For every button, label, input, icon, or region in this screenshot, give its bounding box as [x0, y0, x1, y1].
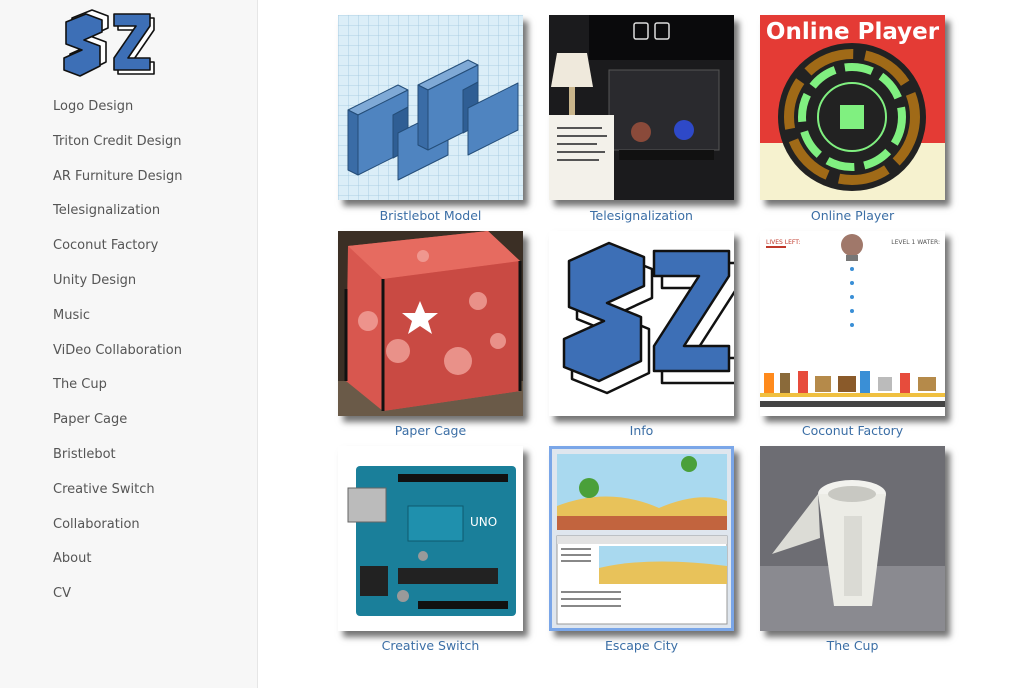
gallery-caption[interactable]: Paper Cage	[338, 423, 523, 438]
nav-item-logo-design[interactable]: Logo Design	[53, 98, 182, 133]
gallery-caption[interactable]: Online Player	[760, 208, 945, 223]
gallery-thumb-escape-city[interactable]	[549, 446, 734, 631]
nav-item-triton-credit-design[interactable]: Triton Credit Design	[53, 133, 182, 168]
nav-item-the-cup[interactable]: The Cup	[53, 376, 182, 411]
sidebar: Logo Design Triton Credit Design AR Furn…	[0, 0, 258, 688]
nav-item-telesignalization[interactable]: Telesignalization	[53, 202, 182, 237]
nav-item-ar-furniture-design[interactable]: AR Furniture Design	[53, 168, 182, 203]
gallery-caption[interactable]: Info	[549, 423, 734, 438]
sidebar-nav: Logo Design Triton Credit Design AR Furn…	[53, 98, 182, 620]
gallery-caption[interactable]: Coconut Factory	[760, 423, 945, 438]
gallery-caption[interactable]: Bristlebot Model	[338, 208, 523, 223]
gallery-thumb-info[interactable]	[549, 231, 734, 416]
gallery-thumb-online-player[interactable]: Online Player	[760, 15, 945, 200]
gallery-caption[interactable]: Escape City	[549, 638, 734, 653]
gallery-thumb-paper-cage[interactable]	[338, 231, 523, 416]
nav-item-bristlebot[interactable]: Bristlebot	[53, 446, 182, 481]
online-player-title: Online Player	[766, 19, 940, 45]
nav-item-music[interactable]: Music	[53, 307, 182, 342]
nav-item-creative-switch[interactable]: Creative Switch	[53, 481, 182, 516]
gallery-caption[interactable]: Creative Switch	[338, 638, 523, 653]
gallery-caption[interactable]: The Cup	[760, 638, 945, 653]
gallery-caption[interactable]: Telesignalization	[549, 208, 734, 223]
nav-item-cv[interactable]: CV	[53, 585, 182, 620]
nav-item-about[interactable]: About	[53, 550, 182, 585]
nav-item-unity-design[interactable]: Unity Design	[53, 272, 182, 307]
nav-item-video-collaboration[interactable]: ViDeo Collaboration	[53, 342, 182, 377]
site-logo[interactable]	[62, 6, 158, 80]
gallery-thumb-coconut-factory[interactable]: LIVES LEFT: LEVEL 1 WATER:	[760, 231, 945, 416]
nav-item-collaboration[interactable]: Collaboration	[53, 516, 182, 551]
gallery-thumb-telesignalization[interactable]	[549, 15, 734, 200]
nav-item-coconut-factory[interactable]: Coconut Factory	[53, 237, 182, 272]
nav-item-paper-cage[interactable]: Paper Cage	[53, 411, 182, 446]
gallery-thumb-the-cup[interactable]	[760, 446, 945, 631]
lives-left-label: LIVES LEFT:	[766, 239, 800, 246]
level-water-label: LEVEL 1 WATER:	[891, 239, 940, 246]
gallery-thumb-creative-switch[interactable]: UNO	[338, 446, 523, 631]
uno-label: UNO	[470, 515, 497, 529]
gallery-thumb-bristlebot-model[interactable]	[338, 15, 523, 200]
